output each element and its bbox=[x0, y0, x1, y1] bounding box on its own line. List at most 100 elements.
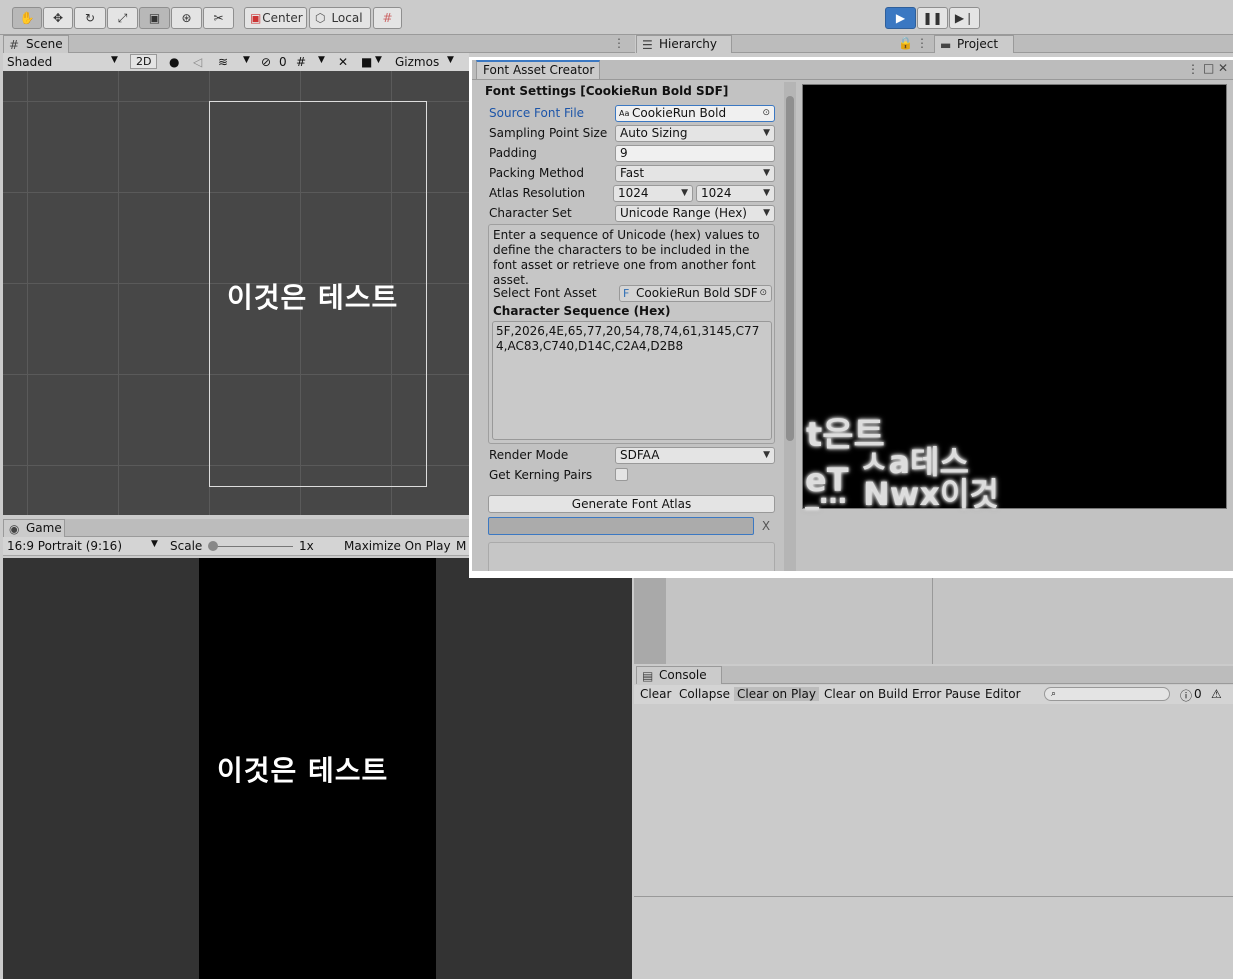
atlas-glyphs-row3b: Nwx이것 bbox=[863, 475, 999, 513]
grid-icon: # bbox=[9, 38, 20, 52]
font-atlas-preview: t은트 ㅅa테스 eT Nwx이것 _… bbox=[802, 84, 1227, 513]
select-font-asset-field[interactable]: F CookieRun Bold SDF ⊙ bbox=[619, 285, 772, 302]
console-collapse-button[interactable]: Collapse bbox=[679, 687, 730, 701]
grid-toggle-icon[interactable]: # bbox=[296, 55, 306, 69]
console-info-count: 0 bbox=[1194, 687, 1202, 701]
tab-console[interactable]: ▤ Console bbox=[636, 666, 722, 684]
tab-project-label: Project bbox=[957, 37, 999, 51]
tab-scene[interactable]: # Scene bbox=[3, 35, 69, 53]
object-picker-icon[interactable]: ⊙ bbox=[759, 286, 767, 301]
camera-icon[interactable]: ■ bbox=[361, 55, 372, 69]
project-divider bbox=[932, 578, 933, 664]
fx-icon[interactable]: ≋ bbox=[218, 55, 228, 69]
cube-icon: ⬡ bbox=[315, 11, 326, 25]
step-button[interactable]: ▶❘ bbox=[949, 7, 980, 29]
lock-icon[interactable]: 🔒 bbox=[898, 36, 913, 50]
list-icon: ☰ bbox=[642, 38, 653, 52]
chevron-down-icon: ▼ bbox=[318, 55, 325, 65]
maximize-icon[interactable]: □ bbox=[1203, 61, 1214, 75]
tools-icon[interactable]: ✕ bbox=[338, 55, 348, 69]
tab-project[interactable]: ▬ Project bbox=[934, 35, 1014, 53]
mute-audio-button[interactable]: M bbox=[456, 539, 466, 553]
pivot-local-button[interactable]: ⬡ Local bbox=[309, 7, 371, 29]
character-sequence-textarea[interactable]: 5F,2026,4E,65,77,20,54,78,74,61,3145,C77… bbox=[492, 321, 772, 440]
render-mode-dropdown[interactable]: SDFAA ▼ bbox=[615, 447, 775, 464]
fac-scrollbar-thumb[interactable] bbox=[786, 96, 794, 441]
grid-snap-icon[interactable]: # bbox=[373, 7, 402, 29]
more-icon[interactable]: ⋮ bbox=[1187, 62, 1199, 76]
scene-viewport[interactable]: 이것은 테스트 bbox=[3, 71, 469, 515]
scale-tool-icon[interactable]: ⤢ bbox=[107, 7, 138, 29]
more-icon[interactable]: ⋮ bbox=[916, 36, 928, 50]
scene-sample-text: 이것은 테스트 bbox=[227, 281, 399, 314]
scale-slider-track[interactable] bbox=[211, 546, 293, 547]
render-mode-value: SDFAA bbox=[620, 448, 660, 462]
audio-icon[interactable]: ◁ bbox=[193, 55, 202, 69]
sampling-size-dropdown[interactable]: Auto Sizing ▼ bbox=[615, 125, 775, 142]
chevron-down-icon: ▼ bbox=[111, 55, 118, 65]
packing-method-label: Packing Method bbox=[489, 166, 584, 180]
generation-progress-bar bbox=[488, 517, 754, 535]
tab-font-asset-creator[interactable]: Font Asset Creator bbox=[476, 60, 600, 80]
visibility-icon[interactable]: ⊘ bbox=[261, 55, 271, 69]
atlas-width-dropdown[interactable]: 1024 ▼ bbox=[613, 185, 693, 202]
atlas-height-value: 1024 bbox=[701, 186, 732, 200]
console-tabbar: ▤ Console bbox=[636, 666, 1233, 684]
select-font-asset-label: Select Font Asset bbox=[493, 286, 597, 300]
light-icon[interactable]: ● bbox=[169, 55, 179, 69]
console-error-pause-button[interactable]: Error Pause bbox=[912, 687, 980, 701]
font-settings-heading: Font Settings [CookieRun Bold SDF] bbox=[485, 84, 729, 98]
maximize-on-play-button[interactable]: Maximize On Play bbox=[344, 539, 451, 553]
console-clear-on-build-button[interactable]: Clear on Build bbox=[824, 687, 908, 701]
pivot-local-label: Local bbox=[331, 11, 363, 25]
transform-tool-icon[interactable]: ⊛ bbox=[171, 7, 202, 29]
close-icon[interactable]: ✕ bbox=[1218, 61, 1228, 75]
hand-tool-icon[interactable]: ✋ bbox=[12, 7, 42, 29]
chevron-down-icon: ▼ bbox=[763, 168, 770, 178]
custom-tool-icon[interactable]: ✂ bbox=[203, 7, 234, 29]
atlas-height-dropdown[interactable]: 1024 ▼ bbox=[696, 185, 775, 202]
atlas-glyphs-row4: _… bbox=[805, 477, 847, 510]
folder-icon: ▬ bbox=[940, 38, 952, 52]
pause-button[interactable]: ❚❚ bbox=[917, 7, 948, 29]
object-picker-icon[interactable]: ⊙ bbox=[762, 106, 770, 121]
play-button[interactable]: ▶ bbox=[885, 7, 916, 29]
more-icon[interactable]: ⋮ bbox=[613, 36, 625, 50]
fac-scrollbar[interactable] bbox=[784, 82, 796, 571]
help-text: Enter a sequence of Unicode (hex) values… bbox=[493, 228, 760, 287]
cancel-generation-button[interactable]: X bbox=[757, 517, 775, 535]
game-viewport[interactable]: 이것은 테스트 bbox=[3, 558, 632, 979]
chevron-down-icon: ▼ bbox=[763, 450, 770, 460]
character-set-dropdown[interactable]: Unicode Range (Hex) ▼ bbox=[615, 205, 775, 222]
rotate-tool-icon[interactable]: ↻ bbox=[74, 7, 106, 29]
hidden-count: 0 bbox=[279, 55, 287, 69]
toggle-2d-button[interactable]: 2D bbox=[130, 54, 158, 69]
console-search-input[interactable]: ⌕ bbox=[1044, 687, 1170, 701]
console-editor-dropdown[interactable]: Editor bbox=[985, 687, 1021, 701]
tab-game[interactable]: ◉ Game bbox=[3, 519, 65, 537]
main-toolbar: ✋ ✥ ↻ ⤢ ▣ ⊛ ✂ ▣ Center ⬡ Local # ▶ ❚❚ ▶❘ bbox=[0, 0, 1233, 35]
tab-hierarchy[interactable]: ☰ Hierarchy bbox=[636, 35, 732, 53]
character-set-label: Character Set bbox=[489, 206, 572, 220]
rect-tool-icon[interactable]: ▣ bbox=[139, 7, 170, 29]
generate-font-atlas-button[interactable]: Generate Font Atlas bbox=[488, 495, 775, 513]
pivot-icon: ▣ bbox=[250, 11, 262, 25]
aspect-dropdown[interactable]: 16:9 Portrait (9:16) bbox=[7, 539, 122, 553]
shading-dropdown[interactable]: Shaded bbox=[7, 55, 52, 69]
scale-slider-thumb[interactable] bbox=[208, 541, 218, 551]
character-sequence-label: Character Sequence (Hex) bbox=[493, 304, 671, 318]
atlas-resolution-label: Atlas Resolution bbox=[489, 186, 586, 200]
move-tool-icon[interactable]: ✥ bbox=[43, 7, 73, 29]
scene-tabbar: # Scene ⋮ bbox=[3, 35, 635, 53]
kerning-pairs-checkbox[interactable] bbox=[615, 468, 628, 481]
console-clear-button[interactable]: Clear bbox=[640, 687, 671, 701]
packing-method-dropdown[interactable]: Fast ▼ bbox=[615, 165, 775, 182]
gizmos-dropdown[interactable]: Gizmos bbox=[395, 55, 439, 69]
pivot-center-button[interactable]: ▣ Center bbox=[244, 7, 307, 29]
padding-input[interactable]: 9 bbox=[615, 145, 775, 162]
console-split bbox=[634, 896, 1233, 897]
source-font-field[interactable]: Aa CookieRun Bold ⊙ bbox=[615, 105, 775, 122]
console-log-area bbox=[634, 704, 1233, 979]
pivot-center-label: Center bbox=[262, 11, 303, 25]
console-clear-on-play-button[interactable]: Clear on Play bbox=[734, 687, 819, 701]
